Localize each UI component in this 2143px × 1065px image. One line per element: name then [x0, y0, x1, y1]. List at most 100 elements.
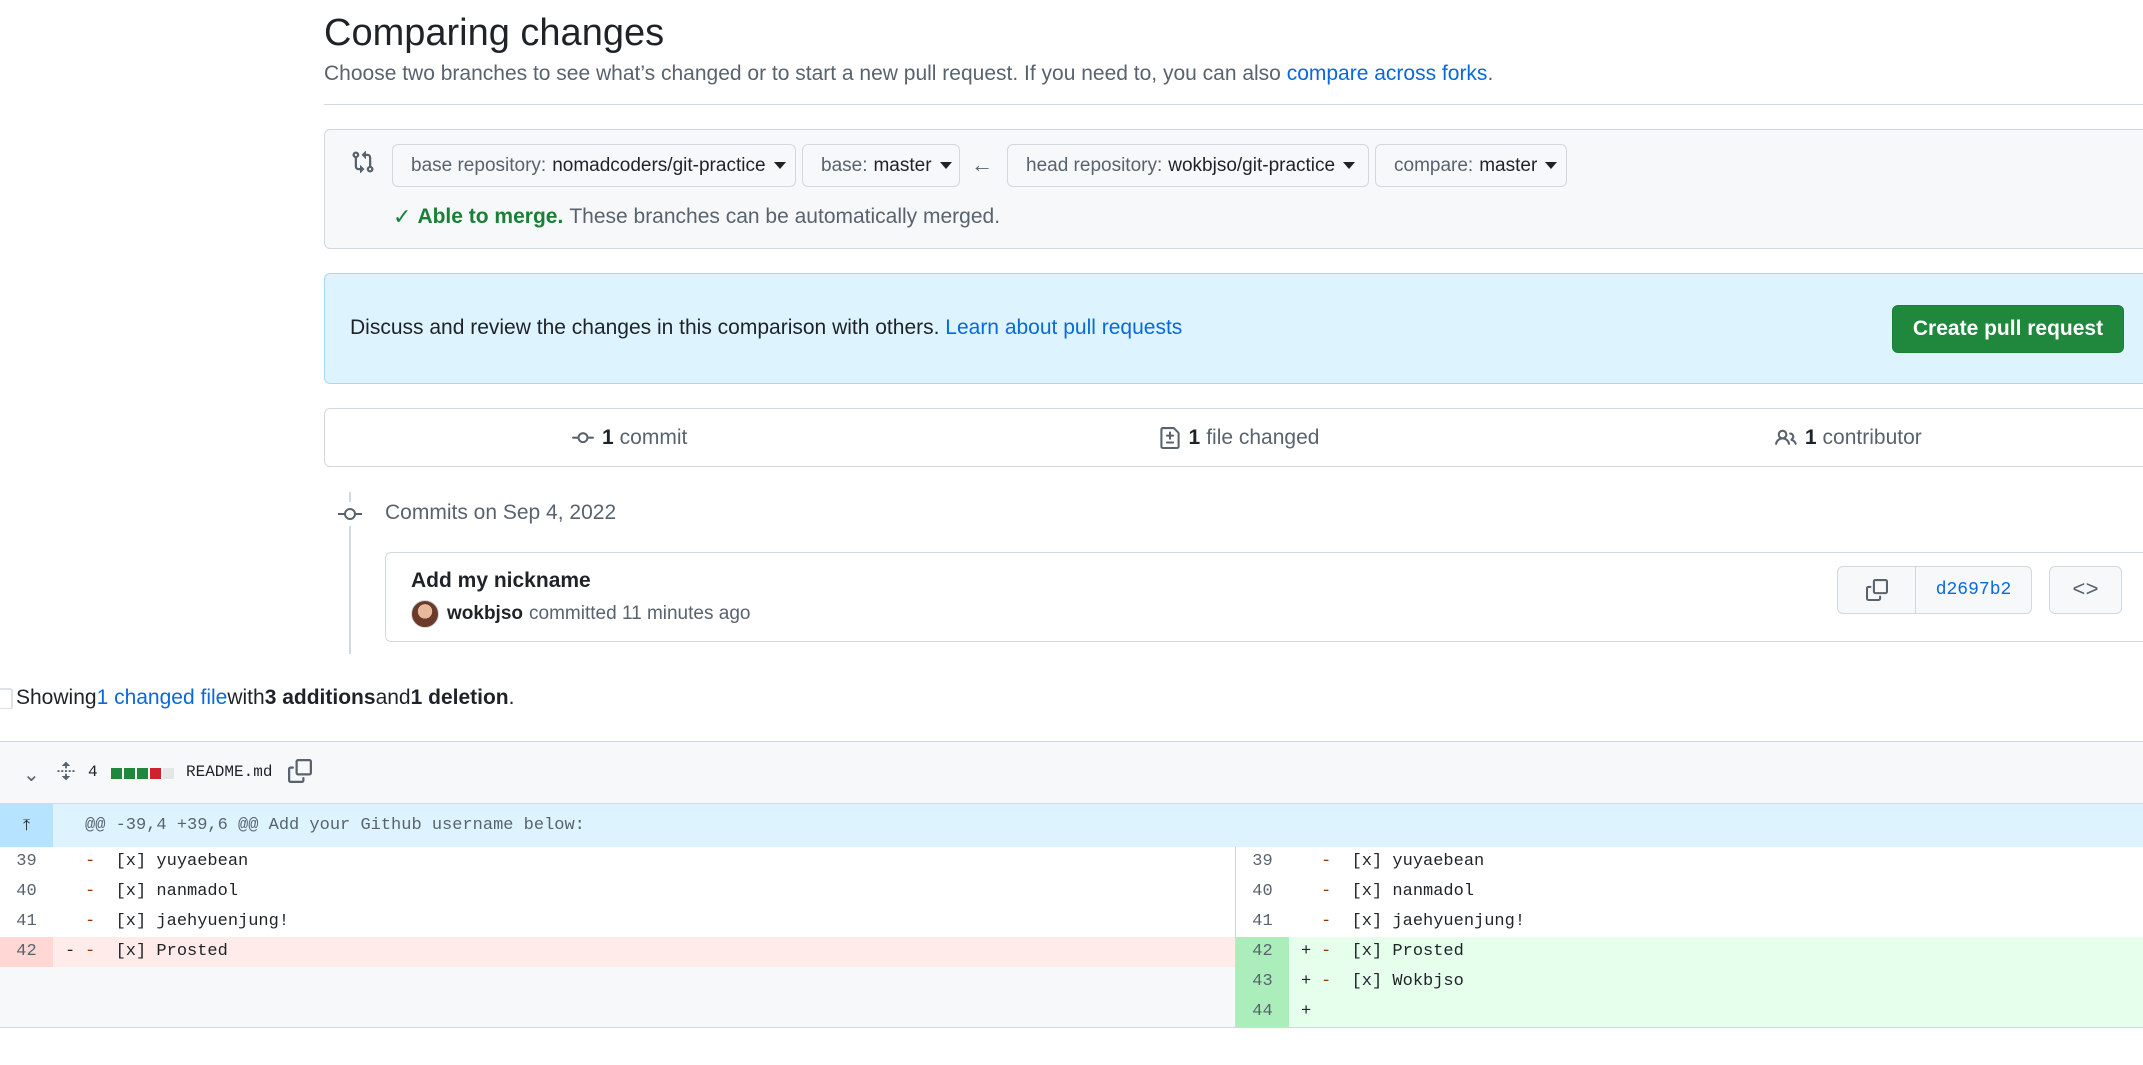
- files-count: 1: [1188, 425, 1201, 449]
- diffstat-block: [150, 768, 161, 779]
- diff-row: 41 - [x] jaehyuenjung! 41 - [x] jaehyuenjun…: [0, 907, 2143, 937]
- head-repository-value: wokbjso/git-practice: [1168, 154, 1336, 176]
- base-branch-select[interactable]: base: master: [802, 144, 960, 187]
- avatar[interactable]: [411, 600, 439, 628]
- right-line-number[interactable]: 40: [1236, 877, 1289, 907]
- code-text: - [x] yuyaebean: [85, 852, 249, 871]
- diff-marker: +: [1301, 1002, 1312, 1021]
- page-subtitle: Choose two branches to see what’s change…: [324, 62, 1493, 86]
- copy-sha-button[interactable]: [1838, 567, 1916, 613]
- compare-branch-value: master: [1479, 154, 1538, 176]
- file-diff-icon: [0, 688, 13, 709]
- diff-marker: +: [1301, 942, 1312, 961]
- left-line-number[interactable]: [0, 967, 53, 997]
- diff-row: 42- - [x] Prosted 42 + - [x] Prosted: [0, 937, 2143, 967]
- fold-up-icon: ⤒: [22, 816, 31, 834]
- code-text: - [x] Wokbjso: [1321, 972, 1464, 991]
- expand-up-button[interactable]: ⤒: [0, 804, 53, 847]
- learn-about-pull-requests-link[interactable]: Learn about pull requests: [945, 316, 1182, 339]
- code-text: - [x] Prosted: [85, 942, 228, 961]
- caret-down-icon: [773, 162, 786, 169]
- code-text: - [x] jaehyuenjung!: [85, 912, 290, 931]
- unfold-icon[interactable]: [56, 760, 76, 782]
- left-code-line: - [x] nanmadol: [53, 877, 1236, 907]
- caret-down-icon: [1545, 162, 1558, 169]
- split-divider: [1235, 847, 1236, 1027]
- files-label: file changed: [1206, 425, 1320, 449]
- commit-time: 11 minutes ago: [621, 603, 751, 624]
- right-code-line: - [x] yuyaebean: [1289, 847, 2143, 877]
- left-code-line: [53, 997, 1236, 1027]
- right-code-line: - [x] jaehyuenjung!: [1289, 907, 2143, 937]
- blankslate-text: Discuss and review the changes in this c…: [350, 316, 1182, 340]
- diffstat-bar: [111, 768, 174, 779]
- commit-item: Add my nickname wokbjso committed 11 min…: [385, 552, 2143, 642]
- commit-title-link[interactable]: Add my nickname: [411, 569, 591, 593]
- page-title: Comparing changes: [324, 12, 665, 54]
- right-line-number[interactable]: 42: [1236, 937, 1289, 967]
- commits-tab[interactable]: 1 commit: [325, 409, 934, 466]
- file-diff-icon: [1159, 426, 1180, 449]
- left-line-number[interactable]: 41: [0, 907, 53, 937]
- left-line-number[interactable]: 40: [0, 877, 53, 907]
- commits-count: 1: [601, 425, 614, 449]
- pull-request-blankslate: Discuss and review the changes in this c…: [324, 273, 2143, 384]
- right-code-line: + - [x] Wokbjso: [1289, 967, 2143, 997]
- commit-sha-group: d2697b2: [1837, 566, 2032, 614]
- code-icon: <>: [2072, 577, 2099, 603]
- merge-ok-text: Able to merge.: [417, 205, 564, 228]
- changed-files-link[interactable]: 1 changed file: [97, 686, 228, 710]
- left-code-line: -- [x] Prosted: [53, 937, 1236, 967]
- hunk-text: @@ -39,4 +39,6 @@ Add your Github userna…: [85, 816, 585, 835]
- contributors-count: 1: [1804, 425, 1817, 449]
- diff-marker: -: [65, 942, 76, 961]
- file-name-link[interactable]: README.md: [186, 763, 272, 781]
- git-commit-icon: [337, 502, 363, 526]
- left-code-line: - [x] yuyaebean: [53, 847, 1236, 877]
- head-repository-label: head repository:: [1026, 154, 1163, 176]
- right-code-line: + - [x] Prosted: [1289, 937, 2143, 967]
- create-pull-request-button[interactable]: Create pull request: [1892, 305, 2124, 353]
- diffstat-block: [137, 768, 148, 779]
- commit-author-link[interactable]: wokbjso: [447, 603, 523, 625]
- additions-count: 3 additions: [264, 686, 376, 709]
- diff-summary-and: and: [375, 686, 411, 709]
- left-code-line: [53, 967, 1236, 997]
- compare-branch-select[interactable]: compare: master: [1375, 144, 1567, 187]
- code-text: - [x] nanmadol: [1321, 882, 1475, 901]
- code-text: - [x] Prosted: [1321, 942, 1464, 961]
- commits-group-title: Commits on Sep 4, 2022: [385, 501, 617, 524]
- diffstat-block: [163, 768, 174, 779]
- left-line-number[interactable]: 39: [0, 847, 53, 877]
- caret-down-icon: [939, 162, 952, 169]
- right-line-number[interactable]: 44: [1236, 997, 1289, 1027]
- chevron-down-icon[interactable]: ⌄: [23, 762, 40, 787]
- right-line-number[interactable]: 43: [1236, 967, 1289, 997]
- left-line-number[interactable]: 42: [0, 937, 53, 967]
- contributors-tab[interactable]: 1 contributor: [1544, 409, 2143, 466]
- right-line-number[interactable]: 41: [1236, 907, 1289, 937]
- subtitle-text: Choose two branches to see what’s change…: [324, 62, 1287, 85]
- right-line-number[interactable]: 39: [1236, 847, 1289, 877]
- files-changed-tab[interactable]: 1 file changed: [934, 409, 1543, 466]
- head-repository-select[interactable]: head repository: wokbjso/git-practice: [1007, 144, 1369, 187]
- commit-sha-link[interactable]: d2697b2: [1916, 567, 2031, 613]
- diff-marker: +: [1301, 972, 1312, 991]
- diff-summary-with: with: [227, 686, 265, 709]
- blankslate-description: Discuss and review the changes in this c…: [350, 316, 946, 339]
- base-branch-label: base:: [821, 154, 868, 176]
- compare-across-forks-link[interactable]: compare across forks: [1287, 62, 1488, 85]
- left-line-number[interactable]: [0, 997, 53, 1027]
- arrow-left-icon: ←: [971, 152, 993, 177]
- hunk-header: ⤒ @@ -39,4 +39,6 @@ Add your Github user…: [0, 804, 2143, 847]
- copy-icon[interactable]: [288, 759, 312, 783]
- base-repository-select[interactable]: base repository: nomadcoders/git-practic…: [392, 144, 796, 187]
- copy-icon: [1865, 579, 1888, 601]
- diff-row: 43 + - [x] Wokbjso: [0, 967, 2143, 997]
- diff-summary: Showing 1 changed file with 3 additions …: [0, 686, 514, 710]
- file-header: ⌄ 4 README.md: [0, 741, 2143, 804]
- browse-code-button[interactable]: <>: [2049, 566, 2122, 614]
- diffstat-block: [111, 768, 122, 779]
- code-text: - [x] nanmadol: [85, 882, 239, 901]
- base-repository-value: nomadcoders/git-practice: [552, 154, 766, 176]
